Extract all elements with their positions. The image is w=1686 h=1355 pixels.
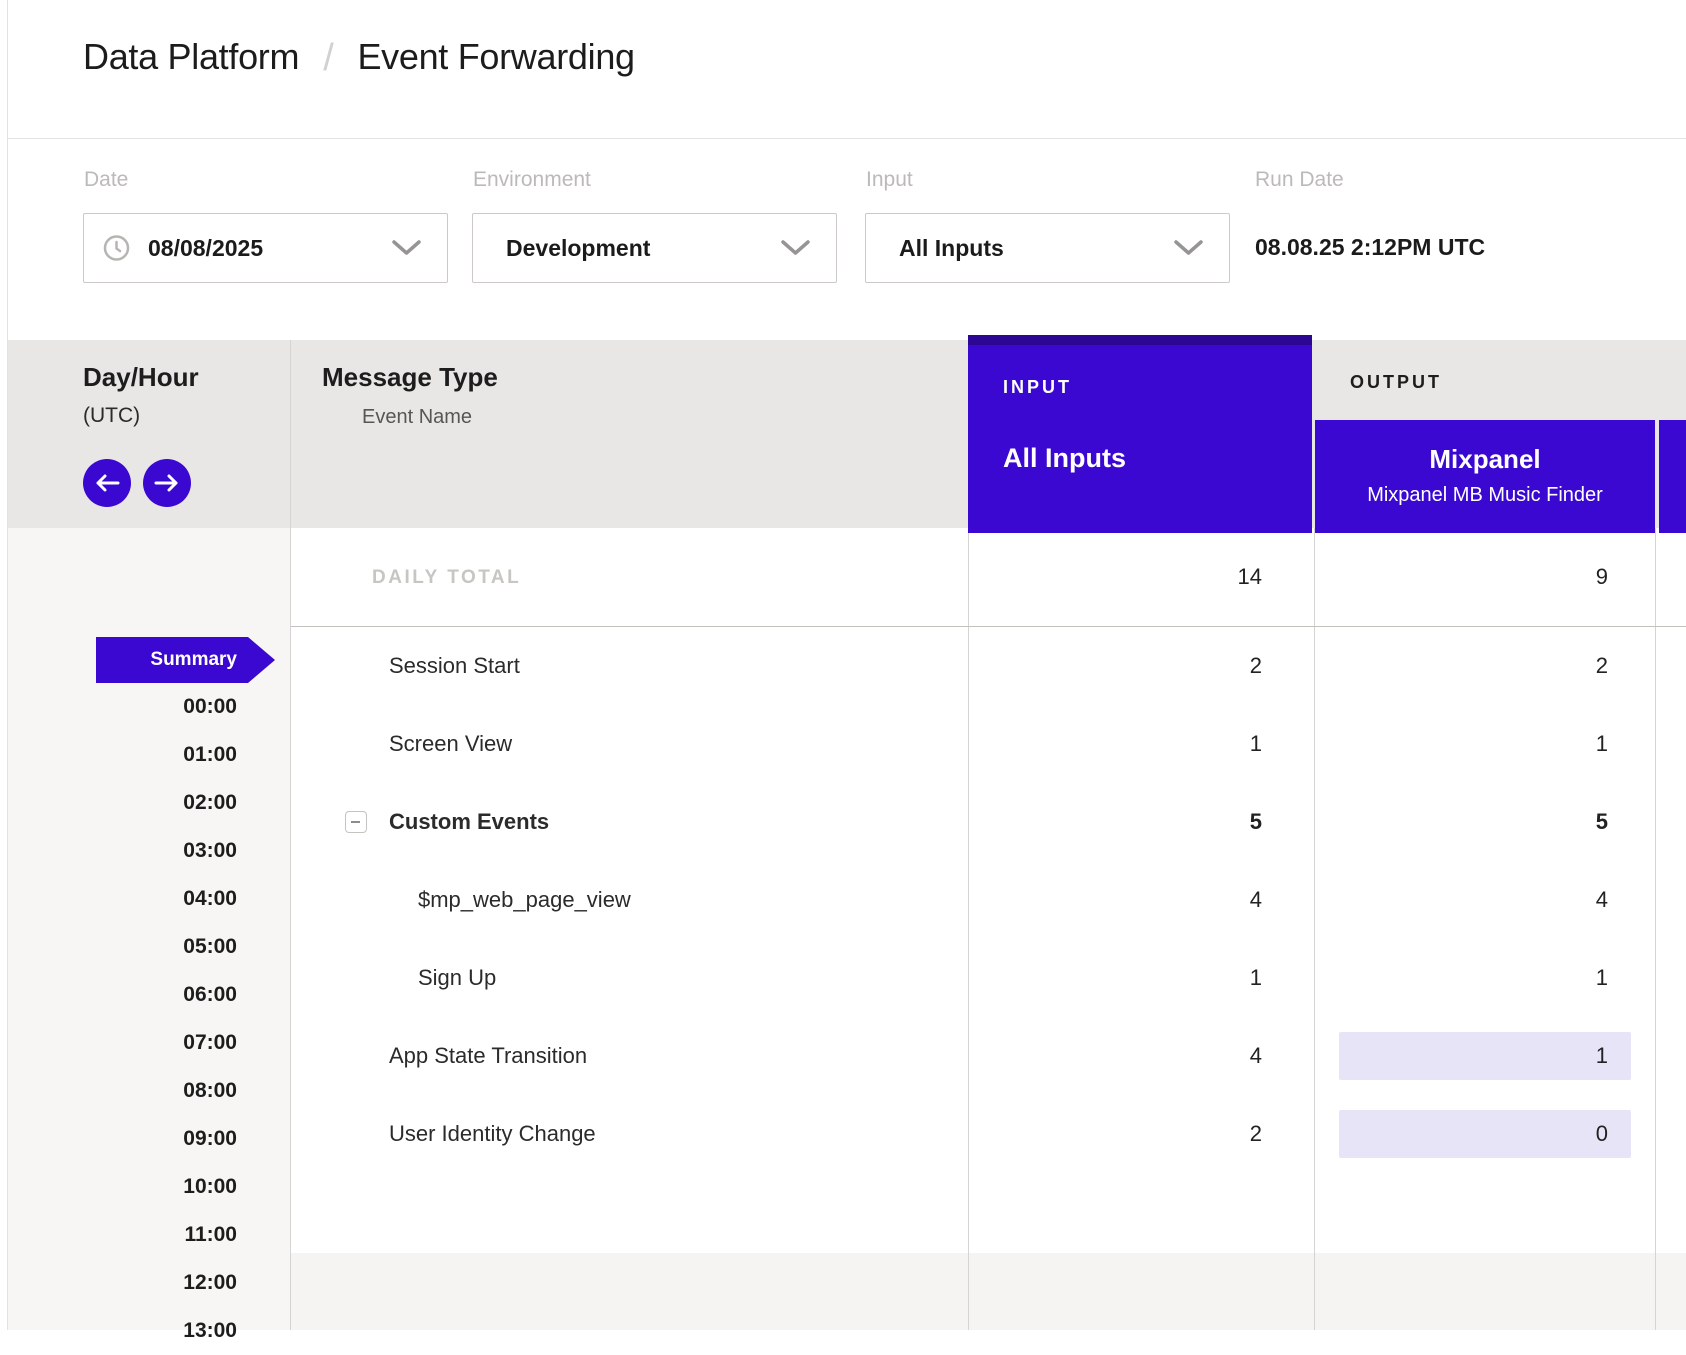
input-count: 4 xyxy=(968,1032,1262,1080)
input-count: 2 xyxy=(968,642,1262,690)
bottom-gray-band xyxy=(291,1253,1686,1330)
hour-row-label[interactable]: 11:00 xyxy=(8,1211,237,1259)
environment-filter-label: Environment xyxy=(473,168,591,192)
run-date-value: 08.08.25 2:12PM UTC xyxy=(1255,234,1485,261)
event-rows: Session Start 2 2 Screen View 1 1 Custom… xyxy=(291,627,1686,1173)
hour-row-label[interactable]: 08:00 xyxy=(8,1067,237,1115)
next-output-column-header-partial xyxy=(1659,420,1686,533)
output-column-header-mixpanel: Mixpanel Mixpanel MB Music Finder xyxy=(1315,420,1655,533)
day-hour-timezone: (UTC) xyxy=(83,404,140,428)
page-title: Event Forwarding xyxy=(357,36,634,78)
daily-total-input-value: 14 xyxy=(968,553,1262,601)
input-value: All Inputs xyxy=(899,235,1004,262)
hour-row-label[interactable]: 06:00 xyxy=(8,971,237,1019)
run-date-label: Run Date xyxy=(1255,168,1344,192)
chevron-down-icon xyxy=(1174,240,1203,256)
output-count: 1 xyxy=(1339,720,1631,768)
summary-badge[interactable]: Summary xyxy=(96,637,275,683)
day-hour-header: Day/Hour xyxy=(83,362,199,393)
input-count: 1 xyxy=(968,954,1262,1002)
output-section-label: OUTPUT xyxy=(1350,372,1442,393)
input-count: 5 xyxy=(968,798,1262,846)
table-row-user-identity-change: User Identity Change 2 0 xyxy=(291,1095,1686,1173)
event-name: $mp_web_page_view xyxy=(418,861,631,939)
event-name-subheader: Event Name xyxy=(362,406,472,429)
hour-row-label[interactable]: 04:00 xyxy=(8,875,237,923)
date-value: 08/08/2025 xyxy=(148,235,263,262)
input-count: 1 xyxy=(968,720,1262,768)
input-column-name: All Inputs xyxy=(1003,443,1126,474)
output-count-highlighted: 0 xyxy=(1339,1110,1631,1158)
output-count: 2 xyxy=(1339,642,1631,690)
chevron-down-icon xyxy=(392,240,421,256)
event-name: App State Transition xyxy=(389,1017,587,1095)
collapse-custom-events-button[interactable] xyxy=(345,811,367,833)
output-column-subtitle: Mixpanel MB Music Finder xyxy=(1315,484,1655,507)
message-type-header: Message Type xyxy=(322,362,498,393)
hour-row-label[interactable]: 02:00 xyxy=(8,779,237,827)
daily-total-row: DAILY TOTAL 14 9 xyxy=(291,528,1686,627)
hour-row-label[interactable]: 12:00 xyxy=(8,1259,237,1307)
chevron-down-icon xyxy=(781,240,810,256)
input-count: 2 xyxy=(968,1110,1262,1158)
input-column-label: INPUT xyxy=(1003,377,1072,398)
table-row-sign-up: Sign Up 1 1 xyxy=(291,939,1686,1017)
event-name: Screen View xyxy=(389,705,512,783)
table-row-screen-view: Screen View 1 1 xyxy=(291,705,1686,783)
table-body: DAILY TOTAL 14 9 Session Start 2 2 Scree… xyxy=(291,528,1686,1330)
arrow-right-icon xyxy=(154,473,180,493)
input-column-header: INPUT All Inputs xyxy=(968,335,1312,533)
input-column-top-strip xyxy=(968,335,1312,345)
breadcrumb: Data Platform / Event Forwarding xyxy=(83,36,635,79)
output-count: 4 xyxy=(1339,876,1631,924)
hour-row-label[interactable]: 03:00 xyxy=(8,827,237,875)
event-name: Session Start xyxy=(389,627,520,705)
table-row-custom-events: Custom Events 5 5 xyxy=(291,783,1686,861)
hour-row-label[interactable]: 09:00 xyxy=(8,1115,237,1163)
hour-row-label[interactable]: 07:00 xyxy=(8,1019,237,1067)
output-count: 5 xyxy=(1339,798,1631,846)
table-row-session-start: Session Start 2 2 xyxy=(291,627,1686,705)
hour-list: 00:00 01:00 02:00 03:00 04:00 05:00 06:0… xyxy=(8,683,237,1355)
table-row-mp-web-page-view: $mp_web_page_view 4 4 xyxy=(291,861,1686,939)
header-divider xyxy=(8,138,1686,139)
hour-row-label[interactable]: 10:00 xyxy=(8,1163,237,1211)
minus-icon xyxy=(351,821,360,823)
breadcrumb-separator: / xyxy=(323,37,333,80)
event-name: User Identity Change xyxy=(389,1095,596,1173)
input-filter-label: Input xyxy=(866,168,913,192)
next-day-button[interactable] xyxy=(143,459,191,507)
hour-row-label[interactable]: 01:00 xyxy=(8,731,237,779)
output-column-title: Mixpanel xyxy=(1315,444,1655,475)
event-group-name: Custom Events xyxy=(389,783,549,861)
event-name: Sign Up xyxy=(418,939,496,1017)
breadcrumb-section[interactable]: Data Platform xyxy=(83,36,299,78)
hour-row-label[interactable]: 13:00 xyxy=(8,1307,237,1355)
environment-value: Development xyxy=(506,235,650,262)
output-count: 1 xyxy=(1339,954,1631,1002)
previous-day-button[interactable] xyxy=(83,459,131,507)
input-dropdown[interactable]: All Inputs xyxy=(865,213,1230,283)
arrow-left-icon xyxy=(94,473,120,493)
hour-row-label[interactable]: 00:00 xyxy=(8,683,237,731)
date-dropdown[interactable]: 08/08/2025 xyxy=(83,213,448,283)
table-row-app-state-transition: App State Transition 4 1 xyxy=(291,1017,1686,1095)
environment-dropdown[interactable]: Development xyxy=(472,213,837,283)
output-count-highlighted: 1 xyxy=(1339,1032,1631,1080)
input-count: 4 xyxy=(968,876,1262,924)
clock-icon xyxy=(103,235,130,262)
date-filter-label: Date xyxy=(84,168,128,192)
daily-total-label: DAILY TOTAL xyxy=(372,528,521,627)
time-rail: Summary 00:00 01:00 02:00 03:00 04:00 05… xyxy=(8,528,290,1330)
day-hour-column-separator xyxy=(290,340,291,1330)
hour-row-label[interactable]: 05:00 xyxy=(8,923,237,971)
daily-total-output-value: 9 xyxy=(1339,553,1631,601)
